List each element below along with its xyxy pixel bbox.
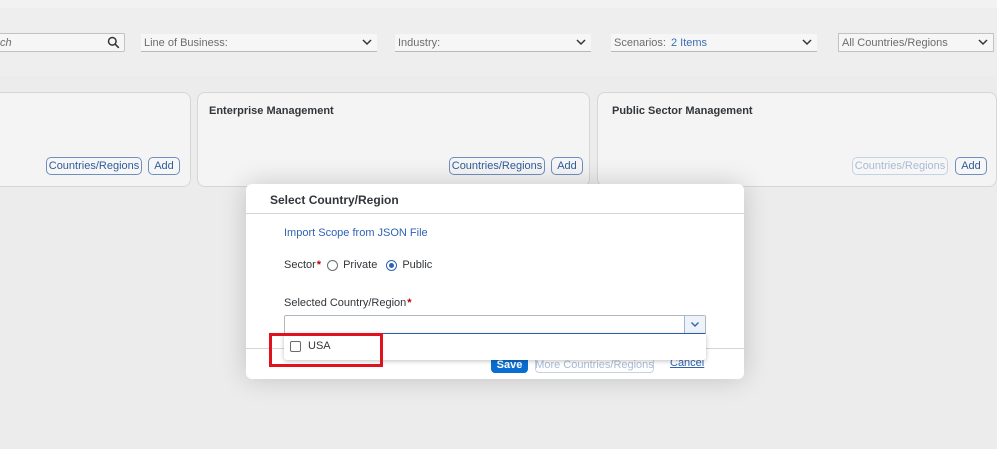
- add-button[interactable]: Add: [148, 157, 180, 175]
- add-button[interactable]: Add: [955, 157, 987, 175]
- countries-regions-button[interactable]: Countries/Regions: [852, 157, 948, 175]
- radio-private-label[interactable]: Private: [343, 259, 377, 271]
- sector-row: Sector * Private Public: [284, 259, 432, 271]
- chevron-down-icon: [801, 36, 813, 48]
- country-region-multicombobox[interactable]: [284, 315, 706, 334]
- import-scope-link[interactable]: Import Scope from JSON File: [284, 227, 428, 239]
- chevron-down-icon: [690, 316, 700, 334]
- scope-card: Countries/Regions Add: [0, 92, 191, 187]
- radio-public-label[interactable]: Public: [402, 259, 432, 271]
- countries-regions-button[interactable]: Countries/Regions: [449, 157, 545, 175]
- card-title: Public Sector Management: [612, 105, 753, 117]
- card-title: Enterprise Management: [209, 105, 334, 117]
- scope-card-enterprise-management: Enterprise Management Countries/Regions …: [197, 92, 590, 187]
- line-of-business-select[interactable]: Line of Business:: [141, 34, 377, 52]
- required-mark: *: [316, 259, 322, 271]
- required-mark: *: [407, 297, 412, 309]
- industry-label: Industry:: [398, 36, 441, 49]
- search-input-placeholder: ch: [0, 36, 12, 49]
- search-field[interactable]: ch: [0, 33, 125, 52]
- chevron-down-icon: [575, 36, 587, 48]
- countries-regions-select[interactable]: All Countries/Regions: [838, 33, 994, 52]
- dropdown-toggle-button[interactable]: [684, 316, 705, 333]
- highlight-box: [269, 333, 383, 367]
- selected-country-label: Selected Country/Region: [284, 297, 407, 309]
- scenarios-select[interactable]: Scenarios: 2 Items: [611, 34, 817, 52]
- add-button[interactable]: Add: [551, 157, 583, 175]
- line-of-business-label: Line of Business:: [144, 36, 228, 49]
- industry-select[interactable]: Industry:: [395, 34, 591, 52]
- divider: [246, 213, 744, 214]
- scenarios-value: 2 Items: [670, 36, 708, 49]
- countries-regions-label: All Countries/Regions: [842, 36, 948, 49]
- top-strip: [0, 0, 997, 8]
- countries-regions-button[interactable]: Countries/Regions: [46, 157, 142, 175]
- scope-card-public-sector-management: Public Sector Management Countries/Regio…: [597, 92, 997, 187]
- selected-country-label-row: Selected Country/Region*: [284, 297, 412, 309]
- search-icon[interactable]: [107, 36, 120, 49]
- radio-public[interactable]: [386, 259, 398, 271]
- scenarios-label: Scenarios:: [614, 36, 666, 49]
- chevron-down-icon: [361, 36, 373, 48]
- chevron-down-icon: [977, 36, 989, 48]
- radio-private[interactable]: [327, 259, 339, 271]
- sector-label: Sector: [284, 259, 316, 271]
- dialog-title: Select Country/Region: [270, 193, 399, 207]
